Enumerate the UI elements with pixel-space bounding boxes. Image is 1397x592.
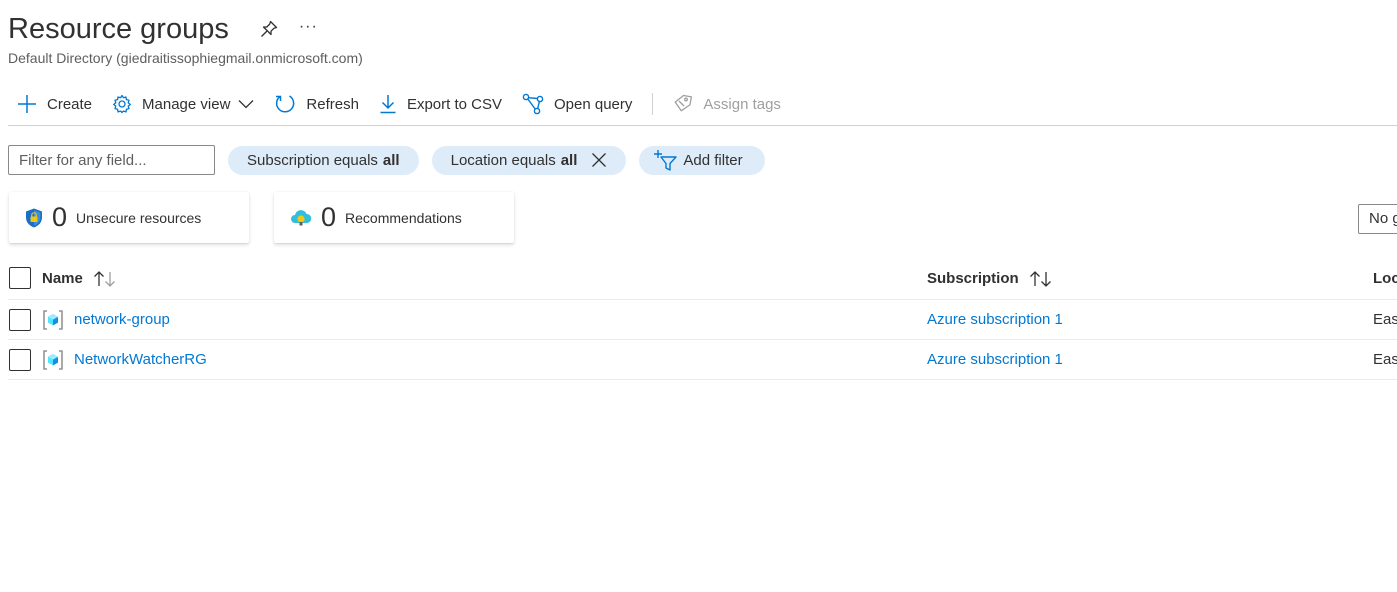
toolbar-separator [652, 93, 654, 115]
gear-icon [113, 94, 131, 114]
manage-view-label: Manage view [142, 95, 231, 113]
location-column-header[interactable]: Location [1373, 258, 1397, 299]
recommendations-card[interactable]: 0 Recommendations [274, 192, 514, 243]
chevron-down-icon [238, 100, 254, 109]
location-value: East US [1373, 311, 1397, 328]
table-row: NetworkWatcherRG Azure subscription 1 Ea… [8, 340, 1397, 380]
subscription-column-label: Subscription [927, 270, 1019, 287]
cloud-lightbulb-icon [291, 209, 312, 225]
create-button[interactable]: Create [8, 86, 102, 122]
subscription-column-header[interactable]: Subscription [927, 258, 1053, 299]
shield-icon [26, 208, 42, 227]
subscription-filter-prefix: Subscription equals [247, 151, 378, 169]
resource-group-icon [42, 309, 64, 331]
add-filter-label: Add filter [683, 151, 743, 169]
assign-tags-button[interactable]: Assign tags [663, 86, 791, 122]
location-cell: East US [1373, 300, 1397, 339]
export-csv-label: Export to CSV [406, 95, 502, 113]
create-label: Create [47, 95, 93, 113]
add-filter-icon [654, 150, 678, 171]
toolbar-divider [8, 125, 1397, 126]
subscription-filter-pill[interactable]: Subscription equals all [228, 145, 419, 175]
resource-groups-table: Name Subscription Locati [8, 258, 1397, 380]
filter-bar: Subscription equals all Location equals … [8, 145, 765, 175]
close-icon[interactable] [591, 152, 607, 168]
unsecure-count: 0 [52, 202, 68, 232]
location-filter-prefix: Location equals [450, 151, 556, 169]
refresh-button[interactable]: Refresh [264, 86, 369, 122]
page-title: Resource groups [8, 12, 229, 45]
title-row: Resource groups ··· [8, 10, 318, 48]
refresh-label: Refresh [306, 95, 359, 113]
sort-ascending-icon[interactable] [93, 270, 117, 288]
recommendations-count: 0 [321, 202, 337, 232]
location-column-label: Location [1373, 270, 1397, 287]
name-column-header[interactable]: Name [42, 258, 117, 299]
location-value: East US [1373, 351, 1397, 368]
tag-icon [674, 94, 693, 112]
query-graph-icon [522, 93, 544, 115]
name-cell: NetworkWatcherRG [42, 340, 207, 379]
export-csv-button[interactable]: Export to CSV [369, 86, 512, 122]
table-header-row: Name Subscription Locati [8, 258, 1397, 300]
open-query-label: Open query [554, 95, 633, 113]
directory-subtitle: Default Directory (giedraitissophiegmail… [8, 50, 363, 66]
unsecure-label: Unsecure resources [76, 209, 202, 226]
subscription-cell: Azure subscription 1 [927, 300, 1063, 339]
resource-group-icon [42, 349, 64, 371]
name-column-label: Name [42, 270, 83, 287]
subscription-filter-value: all [382, 151, 400, 169]
subscription-cell: Azure subscription 1 [927, 340, 1063, 379]
download-icon [380, 95, 396, 114]
manage-view-button[interactable]: Manage view [102, 86, 264, 122]
add-filter-button[interactable]: Add filter [639, 145, 765, 175]
recommendations-label: Recommendations [345, 209, 462, 226]
refresh-icon [276, 95, 295, 113]
subscription-link[interactable]: Azure subscription 1 [927, 311, 1063, 328]
command-bar: Create Manage view Refresh Export to CSV [8, 86, 1397, 122]
row-checkbox[interactable] [9, 309, 31, 331]
plus-icon [18, 95, 36, 113]
unsecure-resources-card[interactable]: 0 Unsecure resources [9, 192, 249, 243]
filter-input[interactable] [8, 145, 215, 175]
name-cell: network-group [42, 300, 170, 339]
location-filter-pill[interactable]: Location equals all [431, 145, 627, 175]
resource-groups-page: Resource groups ··· Default Directory (g… [0, 0, 1397, 592]
row-checkbox[interactable] [9, 349, 31, 371]
select-all-checkbox[interactable] [9, 267, 31, 289]
location-cell: East US [1373, 340, 1397, 379]
more-options-icon[interactable]: ··· [299, 19, 318, 39]
grouping-dropdown[interactable]: No grouping [1358, 204, 1397, 234]
sort-icon[interactable] [1029, 270, 1053, 288]
assign-tags-label: Assign tags [703, 95, 781, 113]
pin-icon[interactable] [259, 19, 279, 39]
table-row: network-group Azure subscription 1 East … [8, 300, 1397, 340]
resource-group-link[interactable]: network-group [74, 311, 170, 328]
location-filter-value: all [560, 151, 578, 169]
open-query-button[interactable]: Open query [512, 86, 642, 122]
resource-group-link[interactable]: NetworkWatcherRG [74, 351, 207, 368]
subscription-link[interactable]: Azure subscription 1 [927, 351, 1063, 368]
